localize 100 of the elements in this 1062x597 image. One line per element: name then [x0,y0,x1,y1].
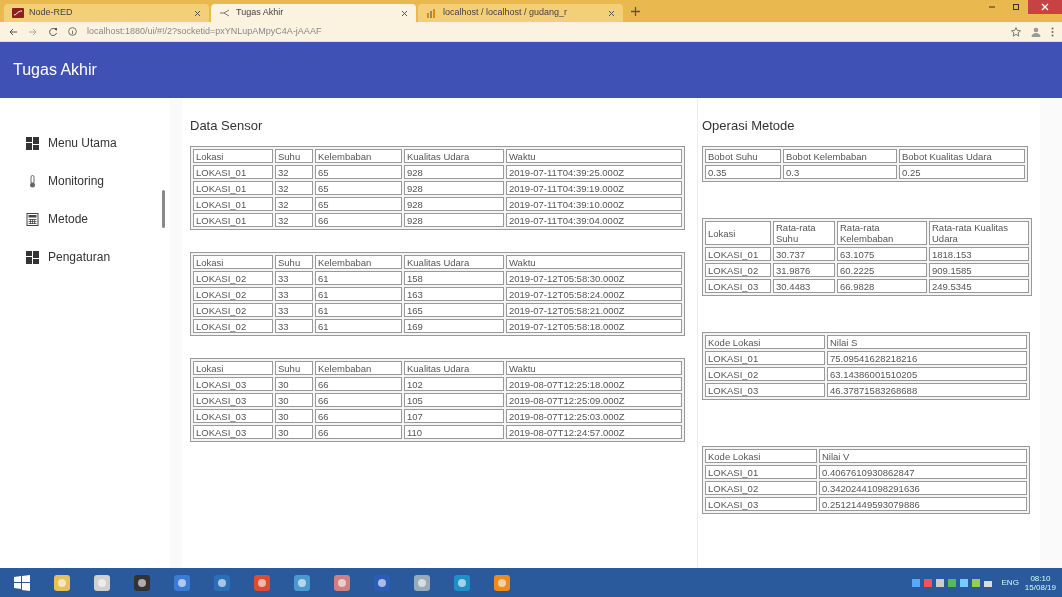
sidebar-item[interactable]: Pengaturan [0,238,170,276]
table-cell: 66.9828 [837,279,927,293]
column-header: Bobot Kelembaban [783,149,897,163]
star-icon[interactable] [1011,26,1021,37]
column-header: Nilai S [827,335,1027,349]
table-cell: 32 [275,197,313,211]
table-cell: LOKASI_03 [705,383,825,397]
table-cell: 0.34202441098291636 [819,481,1027,495]
table-cell: 30 [275,377,313,391]
table-cell: 30.4483 [773,279,835,293]
table-cell: 30 [275,409,313,423]
column-header: Lokasi [705,221,771,245]
app-logo-icon [12,8,24,18]
table-cell: LOKASI_03 [705,279,771,293]
close-icon[interactable] [194,10,201,18]
column-header: Rata-rata Kualitas Udara [929,221,1029,245]
table-cell: 66 [315,377,402,391]
table-cell: 65 [315,181,402,195]
table-cell: 2019-07-12T05:58:21.000Z [506,303,682,317]
column-header: Kode Lokasi [705,335,825,349]
table-cell: 105 [404,393,504,407]
table-cell: 61 [315,287,402,301]
table-cell: 2019-07-11T04:39:19.000Z [506,181,682,195]
app-icon[interactable] [413,573,431,592]
back-icon[interactable] [8,26,18,37]
column-header: Kelembaban [315,361,402,375]
app-title: Tugas Akhir [13,60,97,80]
table-cell: 32 [275,165,313,179]
table-cell: 1818.153 [929,247,1029,261]
calculator-icon [26,212,39,226]
table-cell: 2019-08-07T12:25:09.000Z [506,393,682,407]
language-indicator[interactable]: ENG [1001,576,1019,589]
new-tab-icon[interactable] [631,7,640,17]
column-header: Suhu [275,255,313,269]
table-cell: LOKASI_03 [193,393,273,407]
app-icon[interactable] [173,573,191,592]
dashboard-icon [26,250,39,264]
table-cell: 2019-08-07T12:25:03.000Z [506,409,682,423]
table-cell: LOKASI_01 [193,197,273,211]
table-cell: 33 [275,303,313,317]
scrollbar[interactable] [162,190,165,228]
start-icon[interactable] [13,573,31,592]
app-icon[interactable] [333,573,351,592]
table-cell: 0.3 [783,165,897,179]
column-header: Waktu [506,255,682,269]
table-cell: 2019-07-12T05:58:30.000Z [506,271,682,285]
sidebar-item[interactable]: Monitoring [0,162,170,200]
table-cell: 909.1585 [929,263,1029,277]
table-cell: 2019-07-11T04:39:04.000Z [506,213,682,227]
table-cell: 928 [404,213,504,227]
close-icon[interactable] [608,10,615,18]
table-cell: 46.37871583268688 [827,383,1027,397]
table-cell: LOKASI_03 [193,377,273,391]
table-cell: 61 [315,271,402,285]
app-icon[interactable] [493,573,511,592]
table-cell: 66 [315,393,402,407]
table-cell: 66 [315,409,402,423]
table-cell: 63.1075 [837,247,927,261]
table-cell: 110 [404,425,504,439]
table-cell: 65 [315,197,402,211]
column-header: Suhu [275,149,313,163]
browser-tab[interactable]: Node-RED [4,4,209,22]
table-cell: LOKASI_02 [705,263,771,277]
column-header: Bobot Kualitas Udara [899,149,1025,163]
profile-icon[interactable] [1031,26,1041,37]
column-header: Kelembaban [315,149,402,163]
table-cell: 31.9876 [773,263,835,277]
table-cell: LOKASI_02 [705,367,825,381]
table-cell: 928 [404,197,504,211]
sidebar-item[interactable]: Menu Utama [0,124,170,162]
table-cell: 249.5345 [929,279,1029,293]
close-icon[interactable] [401,10,408,18]
table-cell: 2019-07-12T05:58:18.000Z [506,319,682,333]
column-header: Nilai V [819,449,1027,463]
column-header: Lokasi [193,255,273,269]
table-cell: LOKASI_03 [705,497,817,511]
table-cell: 66 [315,425,402,439]
table-cell: LOKASI_02 [705,481,817,495]
reload-icon[interactable] [48,26,58,37]
table-cell: 75.09541628218216 [827,351,1027,365]
table-cell: LOKASI_01 [193,213,273,227]
table-cell: 2019-08-07T12:25:18.000Z [506,377,682,391]
menu-icon[interactable] [1051,26,1054,37]
column-header: Rata-rata Suhu [773,221,835,245]
maximize-icon[interactable] [1011,2,1021,12]
info-icon[interactable] [68,27,77,36]
sidebar-item[interactable]: Metode [0,200,170,238]
table-cell: LOKASI_03 [193,425,273,439]
browser-tab[interactable]: localhost / localhost / gudang_r [418,4,623,22]
browser-tab[interactable]: Tugas Akhir [211,4,416,22]
flow-icon [219,8,231,18]
table-cell: 163 [404,287,504,301]
table-cell: 107 [404,409,504,423]
app-icon[interactable] [93,573,111,592]
column-header: Kualitas Udara [404,149,504,163]
table-cell: 30.737 [773,247,835,261]
column-header: Kode Lokasi [705,449,817,463]
column-header: Kualitas Udara [404,361,504,375]
table-cell: 65 [315,165,402,179]
table-cell: LOKASI_01 [193,181,273,195]
